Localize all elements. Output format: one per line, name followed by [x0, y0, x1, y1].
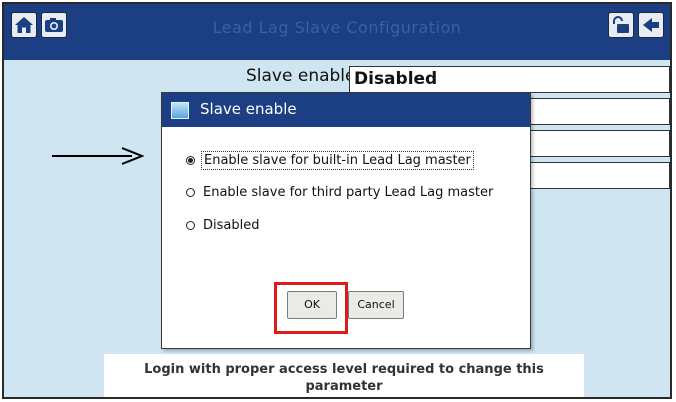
option-disabled[interactable]: Disabled: [186, 217, 261, 234]
pointer-arrow-icon: [52, 147, 144, 165]
parameter-field-3[interactable]: [524, 130, 670, 157]
radio-unselected-icon[interactable]: [186, 221, 195, 230]
dialog-title: Slave enable: [200, 100, 297, 118]
parameter-field-4[interactable]: [524, 162, 670, 189]
option-label: Enable slave for built-in Lead Lag maste…: [201, 151, 474, 170]
ok-highlight-box: [274, 282, 348, 334]
screen-title: Lead Lag Slave Configuration: [212, 18, 462, 37]
back-button[interactable]: [638, 12, 664, 38]
option-third-party-master[interactable]: Enable slave for third party Lead Lag ma…: [186, 184, 495, 201]
option-label: Enable slave for third party Lead Lag ma…: [203, 185, 494, 200]
back-arrow-icon: [643, 18, 659, 32]
dialog-window-icon: [171, 102, 189, 119]
cancel-button[interactable]: Cancel: [348, 291, 404, 319]
slave-enable-field[interactable]: Disabled: [349, 66, 670, 93]
parameter-field-2[interactable]: [524, 98, 670, 125]
app-screen: Lead Lag Slave Configuration Slave enabl…: [2, 2, 672, 399]
access-level-message: Login with proper access level required …: [104, 354, 584, 397]
slave-enable-label: Slave enable: [246, 66, 356, 86]
title-bar: Lead Lag Slave Configuration: [4, 4, 670, 60]
option-label: Disabled: [203, 218, 260, 233]
dialog-title-bar: Slave enable: [162, 93, 530, 127]
radio-unselected-icon[interactable]: [186, 188, 195, 197]
option-built-in-master[interactable]: Enable slave for built-in Lead Lag maste…: [186, 151, 474, 170]
unlock-button[interactable]: [608, 12, 634, 38]
unlock-icon: [613, 16, 629, 33]
radio-selected-icon[interactable]: [186, 156, 195, 165]
